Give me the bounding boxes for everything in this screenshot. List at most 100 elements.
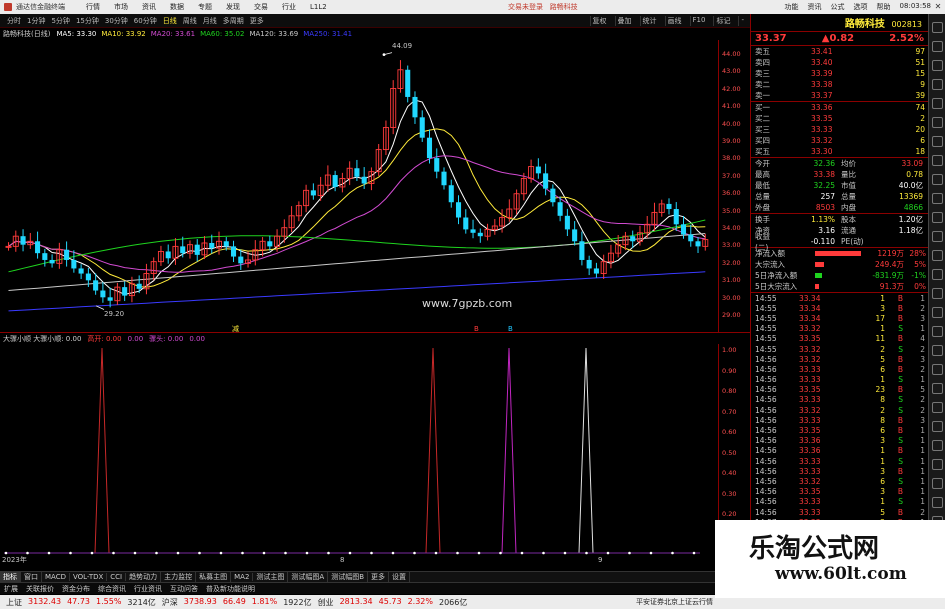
extension-tab[interactable]: 行业资讯 bbox=[130, 584, 166, 594]
indicator-tab[interactable]: 测试幅图A bbox=[288, 572, 329, 582]
index-quote[interactable]: 沪深 3738.93 66.49 1.81% 1922亿 bbox=[162, 597, 312, 608]
tool-icon[interactable] bbox=[931, 269, 943, 280]
book-row[interactable]: 买三 33.33 20 bbox=[751, 124, 928, 135]
indicator-tab[interactable]: 私募主图 bbox=[196, 572, 232, 582]
timeframe-tab[interactable]: 分时 bbox=[4, 16, 24, 26]
tool-icon[interactable] bbox=[931, 478, 943, 489]
timeframe-tab[interactable]: 日线 bbox=[160, 16, 180, 26]
extension-tab[interactable]: 资金分布 bbox=[58, 584, 94, 594]
book-row[interactable]: 买四 33.32 6 bbox=[751, 135, 928, 146]
tool-icon[interactable] bbox=[931, 345, 943, 356]
tool-icon[interactable] bbox=[931, 383, 943, 394]
extension-tab[interactable]: 综合资讯 bbox=[94, 584, 130, 594]
book-row[interactable]: 卖三 33.39 15 bbox=[751, 68, 928, 79]
timeframe-tab[interactable]: 5分钟 bbox=[48, 16, 72, 26]
book-row[interactable]: 卖四 33.40 51 bbox=[751, 57, 928, 68]
tool-icon[interactable] bbox=[931, 364, 943, 375]
indicator-title[interactable]: 大骤小顺 大骤小顺: 0.00 bbox=[3, 334, 81, 344]
timeframe-tab[interactable]: 更多 bbox=[247, 16, 267, 26]
indicator-tab[interactable]: MACD bbox=[42, 573, 70, 581]
tool-icon[interactable] bbox=[931, 136, 943, 147]
indicator-tab[interactable]: 设置 bbox=[389, 572, 411, 582]
tool-icon[interactable] bbox=[931, 41, 943, 52]
timeframe-tab[interactable]: 月线 bbox=[200, 16, 220, 26]
indicator-tab[interactable]: 测试幅图B bbox=[328, 572, 369, 582]
menu-item[interactable]: 专题 bbox=[198, 2, 212, 12]
tool-icon[interactable] bbox=[931, 98, 943, 109]
indicator-tab[interactable]: CCI bbox=[107, 573, 127, 581]
tool-f10[interactable]: F10 bbox=[689, 15, 708, 26]
trade-status[interactable]: 交易未登录 bbox=[508, 3, 543, 11]
indicator-tab[interactable]: MA2 bbox=[231, 573, 254, 581]
book-row[interactable]: 卖一 33.37 39 bbox=[751, 90, 928, 101]
tool-icon[interactable] bbox=[931, 174, 943, 185]
menu-item[interactable]: 行情 bbox=[86, 2, 100, 12]
tool-icon[interactable] bbox=[931, 231, 943, 242]
tool-icon[interactable] bbox=[931, 402, 943, 413]
tool-icon[interactable] bbox=[931, 79, 943, 90]
indicator-chart[interactable]: 2023年 8 9 bbox=[0, 344, 718, 564]
book-row[interactable]: 买一 33.36 74 bbox=[751, 102, 928, 113]
tool-icon[interactable] bbox=[931, 193, 943, 204]
tool-icon[interactable] bbox=[931, 60, 943, 71]
menu-item[interactable]: 交易 bbox=[254, 2, 268, 12]
tool-adjust[interactable]: 复权 bbox=[589, 15, 609, 26]
timeframe-tab[interactable]: 15分钟 bbox=[73, 16, 102, 26]
tool-draw[interactable]: 画线 bbox=[664, 15, 684, 26]
book-row[interactable]: 买二 33.35 2 bbox=[751, 113, 928, 124]
tool-icon[interactable] bbox=[931, 250, 943, 261]
menu-formula[interactable]: 公式 bbox=[831, 2, 845, 12]
book-row[interactable]: 卖五 33.41 97 bbox=[751, 46, 928, 57]
tool-icon[interactable] bbox=[931, 459, 943, 470]
menu-item[interactable]: L1L2 bbox=[310, 3, 327, 11]
close-icon[interactable]: ✕ bbox=[933, 2, 943, 12]
tool-icon[interactable] bbox=[931, 307, 943, 318]
book-row[interactable]: 买五 33.30 18 bbox=[751, 146, 928, 157]
menu-item[interactable]: 市场 bbox=[114, 2, 128, 12]
tool-icon[interactable] bbox=[931, 497, 943, 508]
index-quote[interactable]: 创业 2813.34 45.73 2.32% 2066亿 bbox=[318, 597, 468, 608]
tool-minimize[interactable]: - bbox=[738, 15, 746, 26]
menu-item[interactable]: 行业 bbox=[282, 2, 296, 12]
timeframe-tab[interactable]: 30分钟 bbox=[102, 16, 131, 26]
timeframe-tab[interactable]: 60分钟 bbox=[131, 16, 160, 26]
indicator-tab[interactable]: 趋势动力 bbox=[126, 572, 162, 582]
menu-item[interactable]: 资讯 bbox=[142, 2, 156, 12]
tool-stats[interactable]: 统计 bbox=[639, 15, 659, 26]
tool-icon[interactable] bbox=[931, 22, 943, 33]
menu-news[interactable]: 资讯 bbox=[808, 2, 822, 12]
tool-icon[interactable] bbox=[931, 155, 943, 166]
timeframe-tab[interactable]: 1分钟 bbox=[24, 16, 48, 26]
tool-icon[interactable] bbox=[931, 288, 943, 299]
candlestick-chart[interactable]: 44.09 29.20 减 B B bbox=[0, 40, 718, 332]
tool-overlay[interactable]: 叠加 bbox=[614, 15, 634, 26]
indicator-tab[interactable]: 主力监控 bbox=[161, 572, 197, 582]
menu-item[interactable]: 发现 bbox=[226, 2, 240, 12]
book-row[interactable]: 卖二 33.38 9 bbox=[751, 79, 928, 90]
candle-body bbox=[673, 209, 679, 225]
tool-mark[interactable]: 标记 bbox=[713, 15, 732, 26]
tool-icon[interactable] bbox=[931, 421, 943, 432]
tool-icon[interactable] bbox=[931, 326, 943, 337]
indicator-tab[interactable]: 指标 bbox=[0, 572, 21, 582]
timeframe-tab[interactable]: 多周期 bbox=[220, 16, 247, 26]
indicator-tab[interactable]: 窗口 bbox=[21, 572, 42, 582]
tool-icon[interactable] bbox=[931, 117, 943, 128]
extension-tab[interactable]: 扩展 bbox=[0, 584, 22, 594]
menu-options[interactable]: 选项 bbox=[854, 2, 868, 12]
extension-tab[interactable]: 互动问答 bbox=[166, 584, 202, 594]
indicator-tab[interactable]: 测试主图 bbox=[253, 572, 289, 582]
index-quote[interactable]: 上证 3132.43 47.73 1.55% 3214亿 bbox=[6, 597, 156, 608]
extension-tab[interactable]: 关联报价 bbox=[22, 584, 58, 594]
indicator-tab[interactable]: VOL-TDX bbox=[70, 573, 108, 581]
menu-help[interactable]: 帮助 bbox=[877, 2, 891, 12]
flow-pct: -1% bbox=[911, 271, 926, 280]
extension-tab[interactable]: 普及新功能说明 bbox=[202, 584, 259, 594]
menu-func[interactable]: 功能 bbox=[785, 2, 799, 12]
indicator-tab[interactable]: 更多 bbox=[368, 572, 390, 582]
timeframe-tab[interactable]: 周线 bbox=[180, 16, 200, 26]
tick-list[interactable]: 14:55 33.34 1 B 1 14:55 33.34 3 B 2 14:55 33.34 17 B 3… bbox=[751, 293, 928, 548]
tool-icon[interactable] bbox=[931, 440, 943, 451]
menu-item[interactable]: 数据 bbox=[170, 2, 184, 12]
tool-icon[interactable] bbox=[931, 212, 943, 223]
